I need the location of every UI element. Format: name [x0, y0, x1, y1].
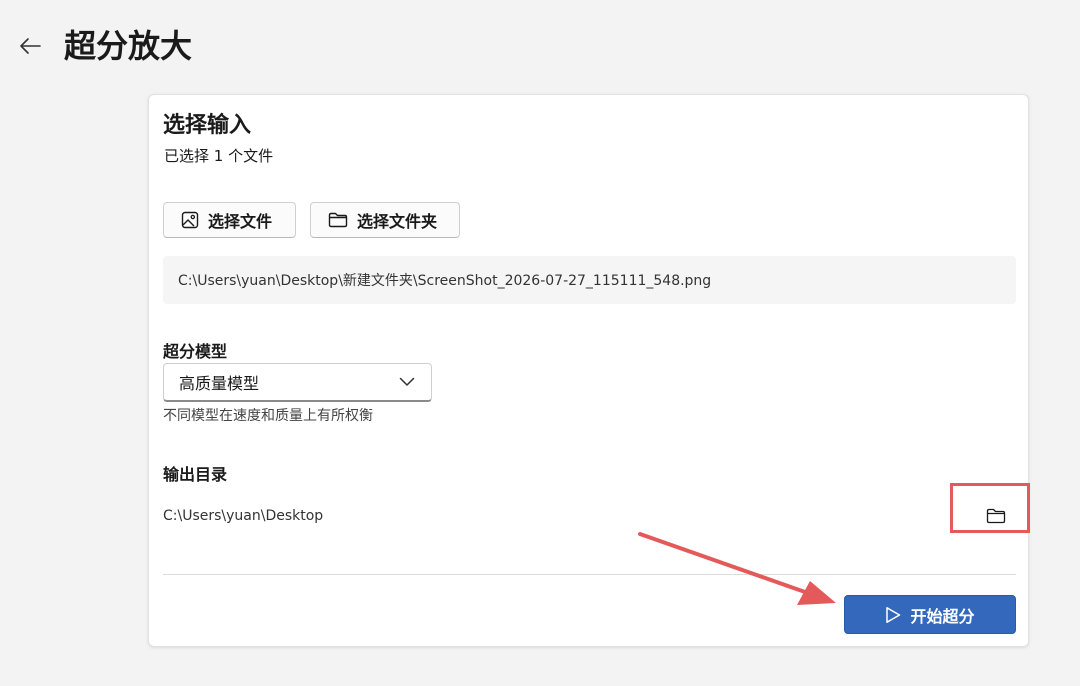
select-file-label: 选择文件 [208, 212, 273, 231]
select-file-button[interactable]: 选择文件 [163, 202, 296, 238]
image-icon [181, 211, 199, 229]
folder-icon [328, 212, 348, 228]
model-select-value: 高质量模型 [179, 374, 260, 393]
page-title: 超分放大 [64, 27, 193, 65]
divider [163, 574, 1016, 575]
output-dir-path: C:\Users\yuan\Desktop [163, 508, 324, 524]
highlight-box [950, 483, 1030, 533]
select-folder-button[interactable]: 选择文件夹 [310, 202, 460, 238]
selected-file-path: C:\Users\yuan\Desktop\新建文件夹\ScreenShot_2… [163, 256, 1016, 304]
arrow-left-icon [19, 37, 41, 55]
model-label: 超分模型 [163, 342, 228, 361]
chevron-down-icon [399, 377, 415, 387]
play-icon [885, 606, 901, 624]
input-section-title: 选择输入 [163, 113, 252, 138]
start-upscale-button[interactable]: 开始超分 [844, 595, 1016, 634]
select-folder-label: 选择文件夹 [357, 212, 438, 231]
selected-count-text: 已选择 1 个文件 [164, 147, 274, 165]
output-dir-label: 输出目录 [163, 465, 228, 484]
start-upscale-label: 开始超分 [910, 606, 975, 626]
back-button[interactable] [14, 30, 46, 62]
model-hint: 不同模型在速度和质量上有所权衡 [163, 408, 373, 424]
settings-card: 选择输入 已选择 1 个文件 选择文件 选择文件夹 C:\Users\yuan\… [148, 94, 1029, 647]
model-select[interactable]: 高质量模型 [163, 363, 432, 402]
